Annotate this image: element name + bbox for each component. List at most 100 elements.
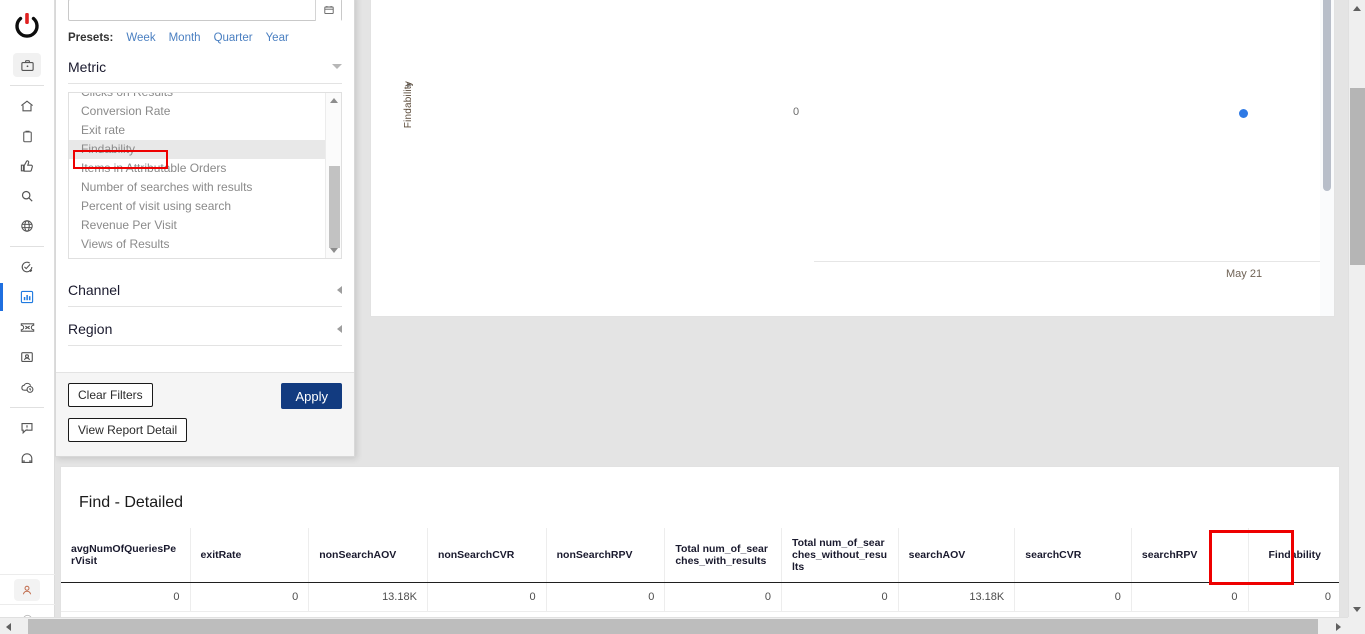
scrollbar-corner <box>1348 617 1365 634</box>
user-icon <box>14 578 40 601</box>
preset-week[interactable]: Week <box>126 32 155 44</box>
metric-list-scroll-down[interactable] <box>326 243 341 258</box>
table-title: Find - Detailed <box>79 494 184 511</box>
cell-nonsearchcvr: 0 <box>426 582 547 612</box>
sidebar-item-search[interactable] <box>0 181 55 211</box>
metric-option[interactable]: Number of searches with results <box>69 178 325 197</box>
sidebar-item-account[interactable] <box>0 574 55 604</box>
scroll-right-button[interactable] <box>1330 618 1347 634</box>
page-horizontal-scrollbar[interactable] <box>0 617 1365 634</box>
cell-searchcvr: 0 <box>1014 582 1132 612</box>
date-range-field[interactable] <box>68 0 342 21</box>
view-report-detail-button[interactable]: View Report Detail <box>68 418 188 442</box>
x-axis-line <box>814 261 1334 262</box>
rail-divider-2 <box>10 246 44 247</box>
metric-option-list[interactable]: Clicks on Results Conversion Rate Exit r… <box>68 92 342 259</box>
home-icon <box>13 94 41 118</box>
metric-option[interactable]: Percent of visit using search <box>69 197 325 216</box>
sidebar-item-contacts[interactable] <box>0 342 55 372</box>
metric-list-scrollbar[interactable] <box>325 93 341 258</box>
feedback-icon <box>13 416 41 440</box>
sidebar-item-web[interactable] <box>0 211 55 241</box>
view-report-detail-row: View Report Detail <box>68 418 342 442</box>
clear-filters-button[interactable]: Clear Filters <box>68 383 153 407</box>
preset-month[interactable]: Month <box>169 32 201 44</box>
preset-year[interactable]: Year <box>266 32 289 44</box>
horizontal-scroll-thumb[interactable] <box>28 619 1318 634</box>
column-header-searchcvr[interactable]: searchCVR <box>1014 528 1132 583</box>
sidebar-item-recommendations[interactable] <box>0 151 55 181</box>
presets-label: Presets: <box>68 32 114 44</box>
chart-vertical-scrollbar[interactable] <box>1320 0 1334 316</box>
bar-chart-icon <box>13 285 41 309</box>
chevron-up-icon <box>329 98 338 103</box>
region-section-header[interactable]: Region <box>68 312 342 346</box>
scroll-up-button[interactable] <box>1349 0 1365 17</box>
triangle-up-icon <box>1353 6 1361 11</box>
metric-list-scroll-up[interactable] <box>326 93 341 108</box>
metric-option[interactable]: Exit rate <box>69 121 325 140</box>
apply-button[interactable]: Apply <box>281 383 342 409</box>
filter-panel-body: Presets: Week Month Quarter Year Metric … <box>56 0 354 372</box>
help-icon <box>13 446 41 470</box>
cell-nonsearchrpv: 0 <box>545 582 665 612</box>
table-row: 0 0 13.18K 0 0 0 0 13.18K 0 0 0 <box>61 582 1339 612</box>
column-header-nonsearchrpv[interactable]: nonSearchRPV <box>545 528 665 583</box>
column-header-total-searches-without-results[interactable]: Total num_of_searches_without_results <box>780 528 899 583</box>
filter-panel-footer: Clear Filters Apply View Report Detail <box>56 372 354 456</box>
metric-list-scroll-thumb[interactable] <box>329 166 340 248</box>
sidebar-item-tickets[interactable] <box>0 312 55 342</box>
chart-plot-area[interactable]: Findability 0 May 21 <box>371 0 1334 316</box>
metric-option[interactable]: Conversion Rate <box>69 102 325 121</box>
chart-data-point[interactable] <box>1239 109 1248 118</box>
region-section-title: Region <box>68 320 113 337</box>
scroll-down-button[interactable] <box>1349 601 1365 618</box>
check-circle-plus-icon <box>13 255 41 279</box>
thumbs-up-icon <box>13 154 41 178</box>
rail-divider-3 <box>10 407 44 408</box>
page-vertical-scrollbar[interactable] <box>1348 0 1365 618</box>
cloud-clock-icon <box>13 375 41 399</box>
chevron-down-icon[interactable] <box>332 64 342 69</box>
chevron-left-icon[interactable] <box>337 324 342 333</box>
metric-section-header[interactable]: Metric <box>68 50 342 84</box>
chevron-left-icon[interactable] <box>337 285 342 294</box>
metric-option-findability[interactable]: Findability <box>69 140 325 159</box>
filter-panel: Presets: Week Month Quarter Year Metric … <box>55 0 355 457</box>
sidebar-item-schedule[interactable] <box>0 372 55 402</box>
column-header-nonsearchaov[interactable]: nonSearchAOV <box>308 528 428 583</box>
cell-nonsearchaov: 13.18K <box>308 582 428 612</box>
metric-option[interactable]: Items in Attributable Orders <box>69 159 325 178</box>
metric-option[interactable]: Clicks on Results <box>69 93 325 102</box>
column-header-searchaov[interactable]: searchAOV <box>897 528 1015 583</box>
scroll-left-button[interactable] <box>0 618 17 634</box>
preset-quarter[interactable]: Quarter <box>214 32 253 44</box>
sidebar-item-workspace[interactable] <box>0 50 55 80</box>
column-header-total-searches-with-results[interactable]: Total num_of_searches_with_results <box>664 528 782 583</box>
id-card-icon <box>13 345 41 369</box>
sidebar-item-help[interactable] <box>0 443 55 473</box>
column-header-nonsearchcvr[interactable]: nonSearchCVR <box>426 528 547 583</box>
metric-option[interactable]: Views of Results <box>69 235 325 254</box>
column-header-exitrate[interactable]: exitRate <box>189 528 309 583</box>
sidebar-item-add-task[interactable] <box>0 252 55 282</box>
column-header-avgnumofqueriespervisit[interactable]: avgNumOfQueriesPerVisit <box>61 528 191 583</box>
app-root: Presets: Week Month Quarter Year Metric … <box>0 0 1365 634</box>
channel-section-header[interactable]: Channel <box>68 273 342 307</box>
left-nav-rail <box>0 0 55 634</box>
column-header-searchrpv[interactable]: searchRPV <box>1130 528 1249 583</box>
triangle-right-icon <box>1336 622 1341 631</box>
sidebar-item-home[interactable] <box>0 91 55 121</box>
search-icon <box>13 184 41 208</box>
sidebar-item-reports[interactable] <box>0 282 55 312</box>
vertical-scroll-thumb[interactable] <box>1350 88 1365 265</box>
sidebar-item-tasks[interactable] <box>0 121 55 151</box>
calendar-icon[interactable] <box>315 0 341 21</box>
chart-scroll-thumb[interactable] <box>1323 0 1331 191</box>
cell-exitrate: 0 <box>189 582 309 612</box>
column-header-findability[interactable]: Findability <box>1247 528 1339 583</box>
power-logo[interactable] <box>0 2 55 50</box>
find-detailed-table: avgNumOfQueriesPerVisit exitRate nonSear… <box>61 528 1339 612</box>
sidebar-item-feedback[interactable] <box>0 413 55 443</box>
metric-option[interactable]: Revenue Per Visit <box>69 216 325 235</box>
